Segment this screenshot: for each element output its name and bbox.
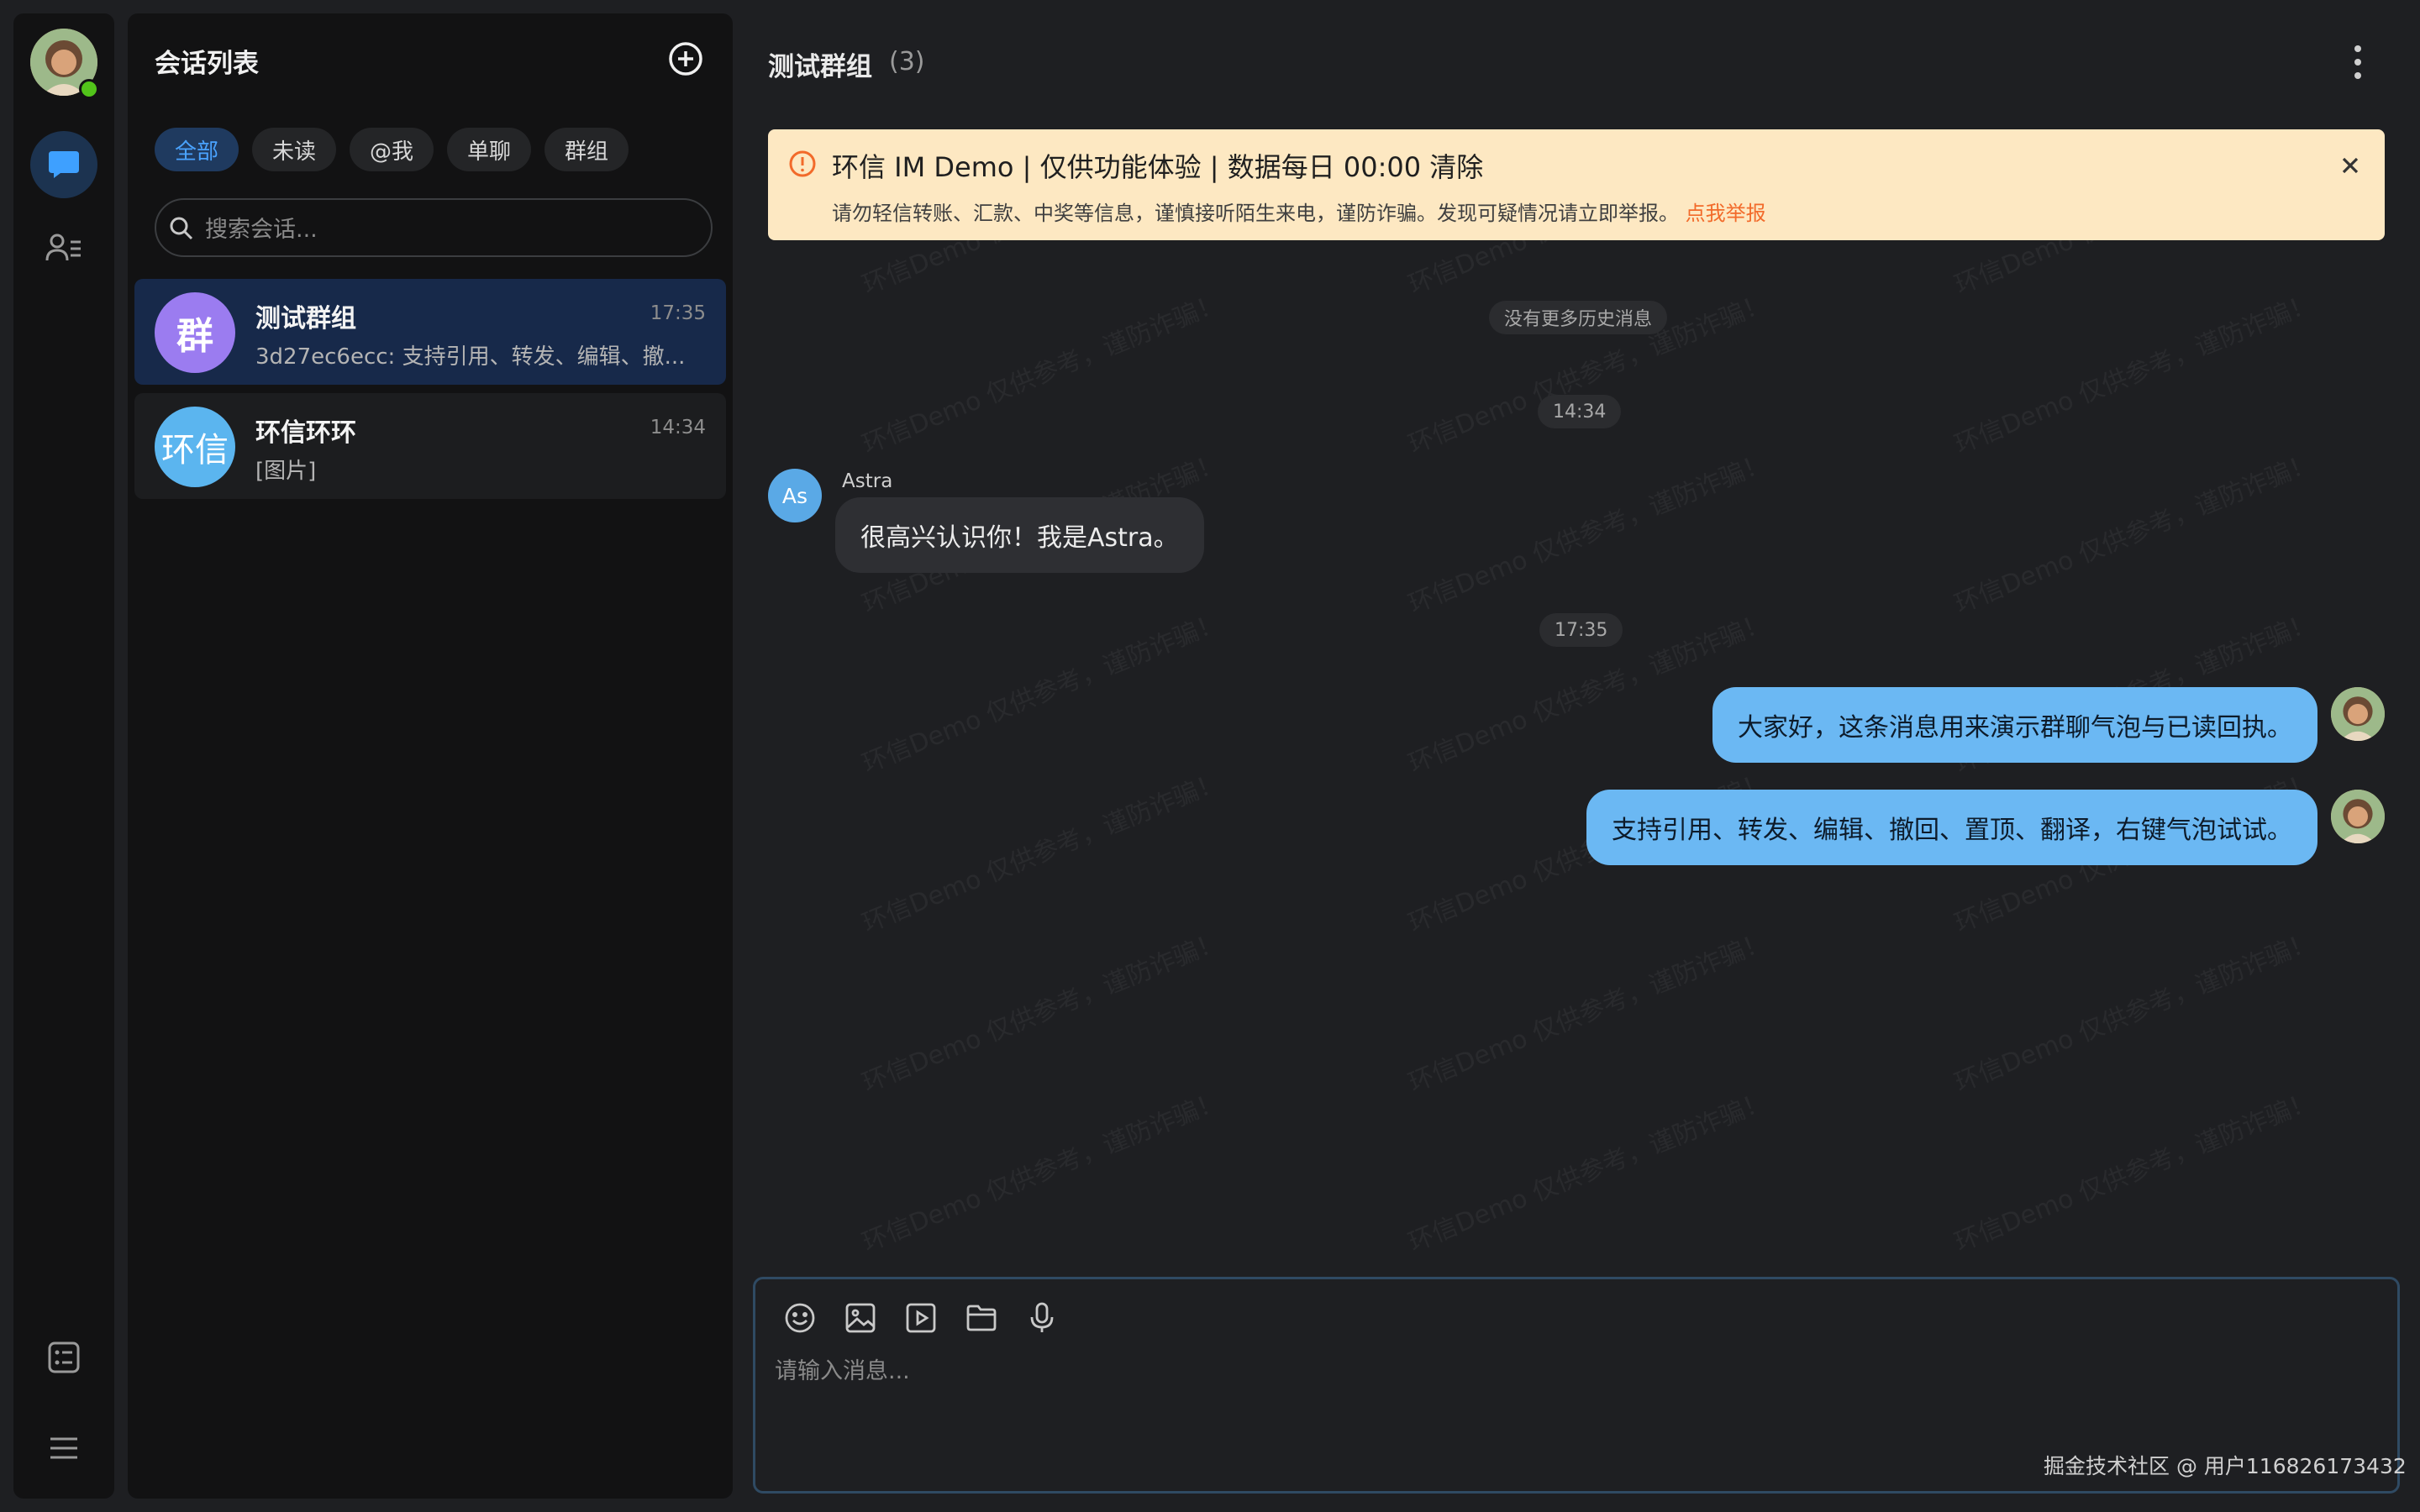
filter-all[interactable]: 全部: [155, 128, 239, 171]
image-button[interactable]: [843, 1300, 878, 1336]
peer-avatar[interactable]: As: [768, 469, 822, 522]
image-icon: [845, 1303, 876, 1333]
member-count: (3): [889, 47, 925, 76]
conversation-list-title: 会话列表: [155, 49, 259, 79]
more-vertical-icon: [2354, 45, 2361, 79]
report-link[interactable]: 点我举报: [1686, 202, 1766, 225]
my-avatar[interactable]: [2331, 790, 2385, 843]
contact-avatar: 环信: [155, 407, 235, 487]
tasks-icon: [48, 1341, 80, 1373]
message-bubble-incoming[interactable]: 很高兴认识你！我是Astra。: [835, 497, 1204, 573]
filter-unread[interactable]: 未读: [252, 128, 337, 171]
my-avatar[interactable]: [2331, 687, 2385, 741]
conversation-preview: 3d27ec6ecc: 支持引用、转发、编辑、撤...: [255, 344, 686, 370]
nav-menu-button[interactable]: [30, 1415, 97, 1482]
plus-circle-icon: [669, 42, 702, 76]
watermark-text: 环信Demo 仅供参考，谨防诈骗！: [1404, 1086, 1773, 1258]
notice-message: 请勿轻信转账、汇款、中奖等信息，谨慎接听陌生来电，谨防诈骗。发现可疑情况请立即举…: [832, 202, 1679, 225]
conversation-item[interactable]: 环信 环信环环 14:34 [图片]: [134, 393, 726, 499]
warning-icon: [788, 150, 817, 178]
search-icon: [168, 215, 195, 242]
emoji-button[interactable]: [782, 1300, 818, 1336]
timestamp-divider: 17:35: [1539, 613, 1623, 647]
conversation-time: 14:34: [650, 417, 706, 438]
conversation-item[interactable]: 群 测试群组 17:35 3d27ec6ecc: 支持引用、转发、编辑、撤...: [134, 279, 726, 385]
message-bubble-outgoing[interactable]: 大家好，这条消息用来演示群聊气泡与已读回执。: [1712, 687, 2317, 763]
timestamp-divider: 14:34: [1538, 395, 1622, 428]
folder-icon: [966, 1305, 997, 1331]
menu-icon: [50, 1437, 77, 1459]
conversation-time: 17:35: [650, 302, 706, 324]
watermark-text: 环信Demo 仅供参考，谨防诈骗！: [858, 607, 1227, 780]
online-status-dot: [79, 79, 99, 99]
avatar-photo-icon: [2331, 687, 2385, 741]
watermark-text: 环信Demo 仅供参考，谨防诈骗！: [1950, 927, 2319, 1099]
file-button[interactable]: [964, 1300, 999, 1336]
chat-more-button[interactable]: [2341, 42, 2375, 82]
footer-credit: 掘金技术社区 @ 用户116826173432: [2044, 1454, 2407, 1478]
notice-text: 请勿轻信转账、汇款、中奖等信息，谨慎接听陌生来电，谨防诈骗。发现可疑情况请立即举…: [832, 197, 1766, 226]
watermark-text: 环信Demo 仅供参考，谨防诈骗！: [1404, 927, 1773, 1099]
watermark-text: 环信Demo 仅供参考，谨防诈骗！: [1950, 288, 2319, 460]
watermark-text: 环信Demo 仅供参考，谨防诈骗！: [858, 767, 1227, 939]
nav-tasks-button[interactable]: [30, 1324, 97, 1391]
nav-chat-button[interactable]: [30, 131, 97, 198]
contacts-icon: [45, 234, 81, 261]
new-conversation-button[interactable]: [667, 40, 704, 77]
no-more-history-label: 没有更多历史消息: [1489, 301, 1668, 334]
message-input[interactable]: [773, 1351, 2373, 1446]
watermark-text: 环信Demo 仅供参考，谨防诈骗！: [1950, 1086, 2319, 1258]
search-input[interactable]: [203, 210, 694, 249]
notice-title: 环信 IM Demo | 仅供功能体验 | 数据每日 00:00 清除: [832, 151, 1484, 183]
avatar-photo-icon: [2331, 790, 2385, 843]
filter-direct[interactable]: 单聊: [447, 128, 532, 171]
conversation-name: 测试群组: [255, 304, 356, 333]
notice-close-button[interactable]: [2333, 148, 2368, 183]
chat-title: 测试群组: [768, 52, 872, 82]
microphone-icon: [1030, 1302, 1054, 1332]
peer-name: Astra: [842, 470, 893, 492]
chat-icon: [49, 151, 79, 178]
filter-mentions[interactable]: @我: [350, 128, 434, 171]
watermark-text: 环信Demo 仅供参考，谨防诈骗！: [858, 288, 1227, 460]
watermark-text: 环信Demo 仅供参考，谨防诈骗！: [1404, 448, 1773, 620]
video-icon: [906, 1303, 936, 1333]
filter-groups[interactable]: 群组: [544, 128, 629, 171]
watermark-text: 环信Demo 仅供参考，谨防诈骗！: [858, 927, 1227, 1099]
watermark-text: 环信Demo 仅供参考，谨防诈骗！: [858, 1086, 1227, 1258]
group-avatar: 群: [155, 292, 235, 373]
conversation-name: 环信环环: [255, 418, 356, 448]
video-button[interactable]: [903, 1300, 939, 1336]
emoji-icon: [785, 1303, 815, 1333]
close-icon: [2342, 157, 2359, 174]
nav-contacts-button[interactable]: [30, 215, 97, 282]
conversation-preview: [图片]: [255, 459, 317, 484]
message-bubble-outgoing[interactable]: 支持引用、转发、编辑、撤回、置顶、翻译，右键气泡试试。: [1586, 790, 2317, 865]
watermark-text: 环信Demo 仅供参考，谨防诈骗！: [1950, 448, 2319, 620]
voice-button[interactable]: [1024, 1300, 1060, 1336]
